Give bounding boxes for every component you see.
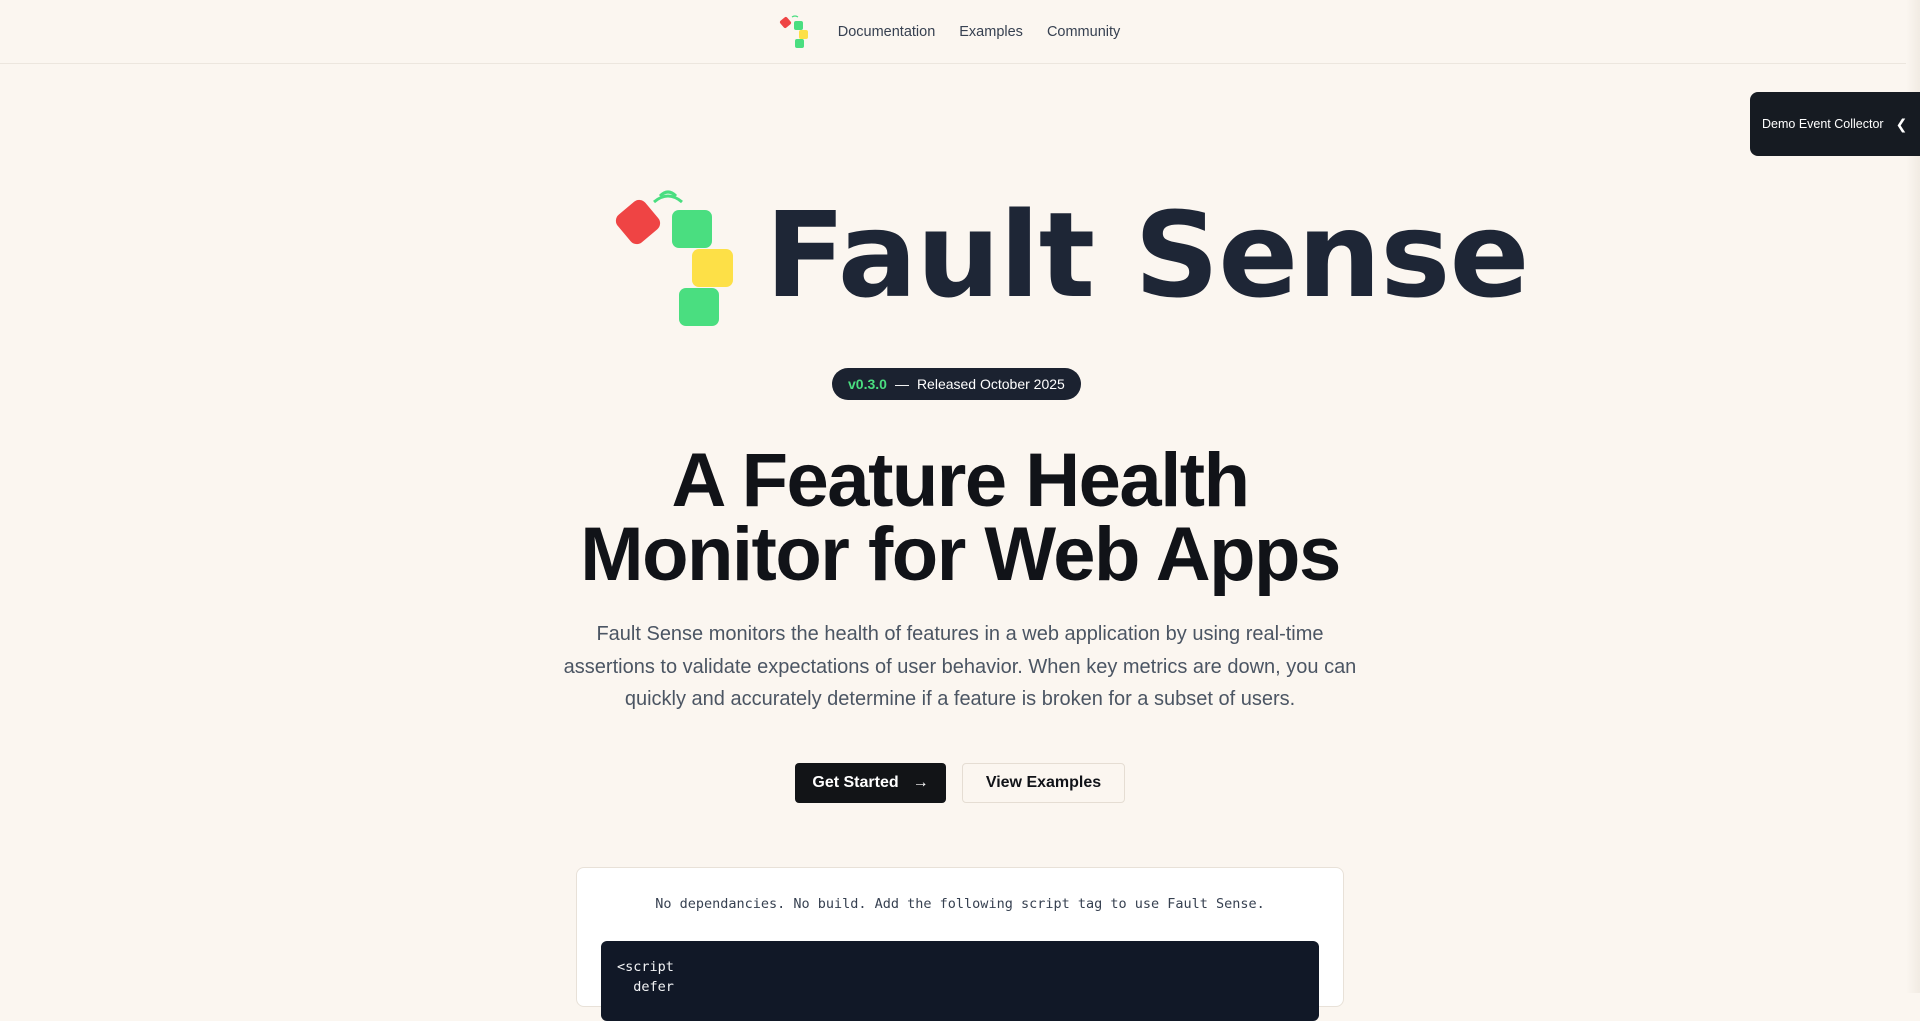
demo-event-collector-toggle[interactable]: Demo Event Collector ❮ bbox=[1750, 92, 1920, 156]
get-started-label: Get Started bbox=[812, 774, 899, 791]
view-examples-label: View Examples bbox=[985, 774, 1102, 791]
nav-link-documentation[interactable]: Documentation bbox=[838, 24, 936, 40]
hero-description: Fault Sense monitors the health of featu… bbox=[563, 623, 1357, 710]
brand-wordmark: Fault Sense bbox=[765, 186, 1530, 324]
headline-line-2: Monitor for Web Apps bbox=[580, 512, 1341, 597]
view-examples-button[interactable]: View Examples bbox=[962, 763, 1125, 803]
install-note: No dependancies. No build. Add the follo… bbox=[655, 896, 1265, 912]
headline-line-1: A Feature Health bbox=[671, 438, 1250, 523]
version-badge: v0.3.0 — Released October 2025 bbox=[832, 368, 1081, 400]
fault-sense-logo-icon[interactable] bbox=[778, 12, 814, 52]
nav-link-community[interactable]: Community bbox=[1047, 24, 1120, 40]
chevron-left-icon: ❮ bbox=[1895, 115, 1908, 132]
demo-event-collector-label: Demo Event Collector bbox=[1762, 117, 1884, 131]
arrow-right-icon: → bbox=[912, 774, 929, 791]
hero-headline: A Feature Health Monitor for Web Apps bbox=[0, 443, 1920, 593]
release-date: Released October 2025 bbox=[916, 376, 1065, 392]
install-card: No dependancies. No build. Add the follo… bbox=[576, 867, 1344, 1021]
script-tag-code-block[interactable]: <script defer bbox=[601, 941, 1319, 1021]
get-started-button[interactable]: Get Started → bbox=[795, 763, 946, 803]
version-number: v0.3.0 bbox=[848, 376, 887, 392]
nav-link-examples[interactable]: Examples bbox=[959, 24, 1023, 40]
top-navigation: Documentation Examples Community bbox=[0, 0, 1920, 64]
version-separator: — bbox=[894, 376, 909, 392]
fault-sense-hero-logo-icon bbox=[615, 190, 733, 326]
